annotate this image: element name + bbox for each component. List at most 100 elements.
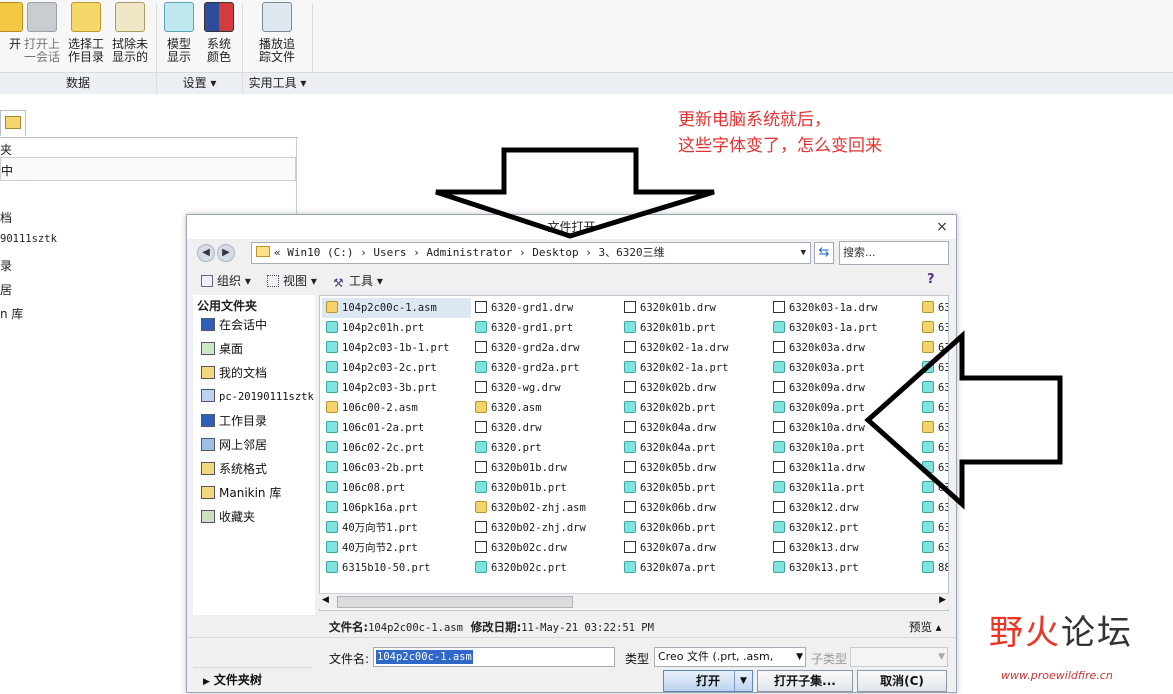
- nav-row-box[interactable]: 中: [0, 157, 296, 181]
- file-item[interactable]: 6320k04a.prt: [620, 438, 769, 458]
- file-item[interactable]: 6320b02c.drw: [471, 538, 620, 558]
- file-item[interactable]: 106c08.prt: [322, 478, 471, 498]
- close-button[interactable]: ×: [934, 219, 950, 235]
- file-item[interactable]: 6320b02c.prt: [471, 558, 620, 578]
- file-item[interactable]: 104p2c03-1b-1.prt: [322, 338, 471, 358]
- nav-row[interactable]: n 库: [0, 305, 23, 322]
- file-item[interactable]: 6320b01b.prt: [471, 478, 620, 498]
- file-item[interactable]: 6320k05b.prt: [620, 478, 769, 498]
- file-item[interactable]: 6320k06b.prt: [620, 518, 769, 538]
- file-item[interactable]: 104p2c03-3b.prt: [322, 378, 471, 398]
- file-item[interactable]: 63: [918, 538, 948, 558]
- sidebar-item-working-dir[interactable]: 工作目录: [201, 411, 267, 431]
- nav-row[interactable]: 居: [0, 281, 12, 298]
- model-display-button[interactable]: 模型 显示: [157, 2, 201, 68]
- file-item[interactable]: 6320b02-zhj.drw: [471, 518, 620, 538]
- sidebar-item-my-documents[interactable]: 我的文档: [201, 363, 267, 383]
- file-item[interactable]: 6320k12.prt: [769, 518, 918, 538]
- play-trail-file-button[interactable]: 播放追 踪文件: [255, 2, 299, 68]
- horizontal-scrollbar[interactable]: ◀ ▶: [319, 593, 949, 609]
- group-utilities[interactable]: 实用工具 ▾: [243, 72, 312, 94]
- address-bar[interactable]: « Win10 (C:) › Users › Administrator › D…: [251, 242, 811, 264]
- file-item[interactable]: 106c02-2c.prt: [322, 438, 471, 458]
- file-item[interactable]: 6320k13.drw: [769, 538, 918, 558]
- file-item[interactable]: 6320-grd2a.prt: [471, 358, 620, 378]
- tools-menu[interactable]: ⚒ 工具 ▾: [333, 271, 383, 291]
- sidebar-item-manikin[interactable]: Manikin 库: [201, 483, 281, 503]
- file-item[interactable]: 40万向节2.prt: [322, 538, 471, 558]
- open-subset-button[interactable]: 打开子集...: [757, 670, 853, 692]
- file-item[interactable]: 6320k05b.drw: [620, 458, 769, 478]
- group-settings[interactable]: 设置 ▾: [157, 72, 242, 94]
- file-item[interactable]: 6320k13.prt: [769, 558, 918, 578]
- type-select[interactable]: Creo 文件 (.prt, .asm, ▼: [654, 647, 806, 667]
- folder-tab[interactable]: [0, 110, 26, 136]
- file-item[interactable]: 104p2c03-2c.prt: [322, 358, 471, 378]
- file-item[interactable]: 6320-grd2a.drw: [471, 338, 620, 358]
- sidebar-item-system-formats[interactable]: 系统格式: [201, 459, 267, 479]
- folder-tree-toggle[interactable]: ▶ 文件夹树: [193, 667, 313, 691]
- file-item[interactable]: 6320-grd1.prt: [471, 318, 620, 338]
- file-item[interactable]: 106c01-2a.prt: [322, 418, 471, 438]
- scroll-thumb[interactable]: [337, 596, 573, 608]
- file-item[interactable]: 106c03-2b.prt: [322, 458, 471, 478]
- model-display-icon: [164, 2, 194, 32]
- scroll-right-icon[interactable]: ▶: [939, 595, 946, 605]
- subtype-select[interactable]: ▼: [850, 647, 948, 667]
- sidebar-item-desktop[interactable]: 桌面: [201, 339, 243, 359]
- file-item[interactable]: 40万向节1.prt: [322, 518, 471, 538]
- file-item[interactable]: 63: [918, 298, 948, 318]
- back-button[interactable]: ◀: [197, 244, 215, 262]
- forward-button[interactable]: ▶: [217, 244, 235, 262]
- views-menu[interactable]: 视图 ▾: [267, 271, 317, 291]
- nav-row[interactable]: 录: [0, 257, 12, 274]
- file-item[interactable]: 63: [918, 518, 948, 538]
- file-item[interactable]: 6320k07a.drw: [620, 538, 769, 558]
- sidebar-item-network[interactable]: 网上邻居: [201, 435, 267, 455]
- file-item[interactable]: 6320b02-zhj.asm: [471, 498, 620, 518]
- file-item[interactable]: 106c00-2.asm: [322, 398, 471, 418]
- sidebar-item-in-session[interactable]: 在会话中: [201, 315, 267, 335]
- file-item[interactable]: 6320-grd1.drw: [471, 298, 620, 318]
- file-item[interactable]: 106pk16a.prt: [322, 498, 471, 518]
- file-item[interactable]: 6320.asm: [471, 398, 620, 418]
- file-item[interactable]: 88: [918, 558, 948, 578]
- file-item[interactable]: 104p2c00c-1.asm: [322, 298, 471, 318]
- filename-input[interactable]: 104p2c00c-1.asm: [373, 647, 615, 667]
- sidebar-item-computer[interactable]: pc-20190111sztk: [201, 387, 314, 407]
- file-item[interactable]: 6320b01b.drw: [471, 458, 620, 478]
- open-button[interactable]: 打开 ▼: [663, 670, 753, 692]
- help-icon[interactable]: ?: [927, 272, 943, 288]
- file-item[interactable]: 6320-wg.drw: [471, 378, 620, 398]
- prt-file-icon: [326, 441, 338, 453]
- search-input[interactable]: 搜索...: [839, 241, 949, 265]
- select-working-dir-button[interactable]: 选择工 作目录: [64, 2, 108, 68]
- chevron-down-icon[interactable]: ▼: [801, 243, 806, 263]
- nav-row[interactable]: 90111sztk: [0, 233, 57, 245]
- sidebar-item-favorites[interactable]: 收藏夹: [201, 507, 255, 527]
- chevron-down-icon[interactable]: ▼: [734, 671, 752, 691]
- file-item[interactable]: 6320k03-1a.drw: [769, 298, 918, 318]
- system-colors-button[interactable]: 系统 颜色: [197, 2, 241, 68]
- nav-row[interactable]: 档: [0, 209, 12, 226]
- open-last-session-button[interactable]: 打开上 一会话: [20, 2, 64, 68]
- cancel-button[interactable]: 取消(C): [857, 670, 947, 692]
- file-item[interactable]: 6320k01b.drw: [620, 298, 769, 318]
- file-item[interactable]: 6320k02b.drw: [620, 378, 769, 398]
- file-item[interactable]: 6320k04a.drw: [620, 418, 769, 438]
- scroll-left-icon[interactable]: ◀: [322, 595, 329, 605]
- file-item[interactable]: 6320k07a.prt: [620, 558, 769, 578]
- file-item[interactable]: 6315b10-50.prt: [322, 558, 471, 578]
- erase-not-displayed-button[interactable]: 拭除未 显示的: [108, 2, 152, 68]
- file-item[interactable]: 6320.prt: [471, 438, 620, 458]
- refresh-icon[interactable]: ⇆: [814, 242, 834, 264]
- file-item[interactable]: 6320k02b.prt: [620, 398, 769, 418]
- file-item[interactable]: 6320k06b.drw: [620, 498, 769, 518]
- file-item[interactable]: 6320k01b.prt: [620, 318, 769, 338]
- organize-menu[interactable]: 组织 ▾: [201, 271, 251, 291]
- file-item[interactable]: 104p2c01h.prt: [322, 318, 471, 338]
- file-item[interactable]: 6320.drw: [471, 418, 620, 438]
- file-item[interactable]: 6320k02-1a.drw: [620, 338, 769, 358]
- file-item[interactable]: 6320k02-1a.prt: [620, 358, 769, 378]
- preview-toggle[interactable]: 预览 ▴: [909, 619, 941, 635]
